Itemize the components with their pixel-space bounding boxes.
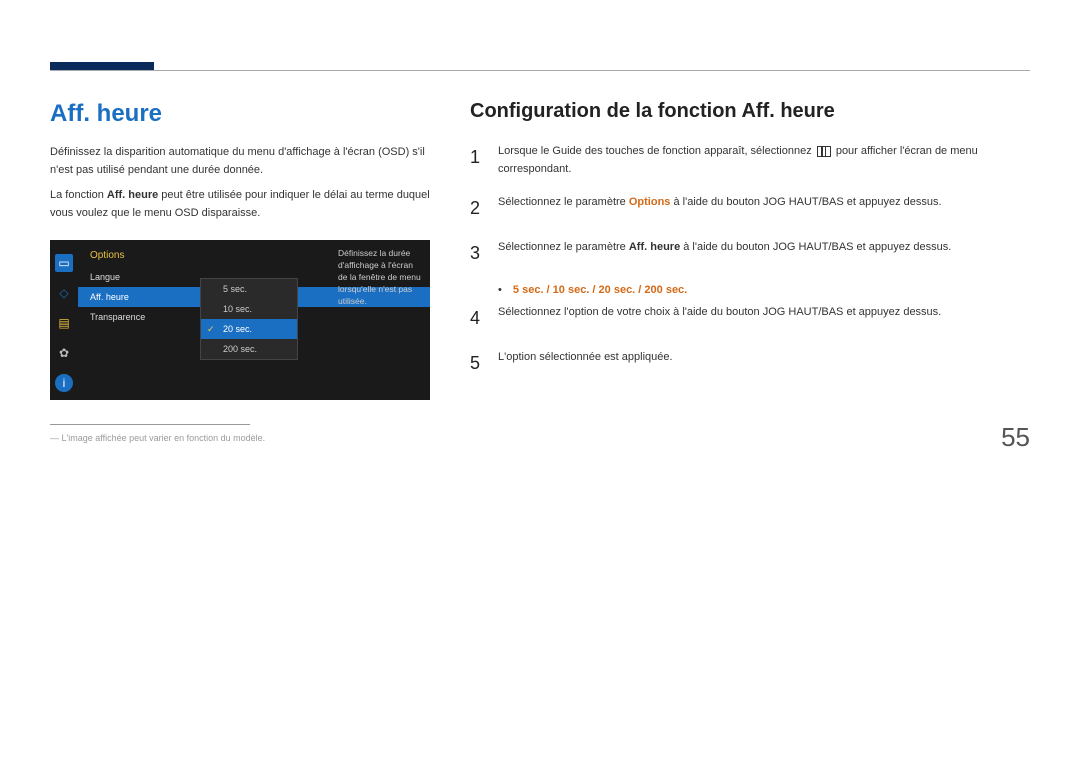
step-1: 1 Lorsque le Guide des touches de foncti… bbox=[470, 143, 1030, 178]
left-para-2a: La fonction bbox=[50, 189, 107, 201]
osd-icon-bar: ▭ ◇ ▤ ✿ i bbox=[50, 240, 78, 400]
options-icon: ▤ bbox=[55, 314, 73, 332]
left-heading: Aff. heure bbox=[50, 100, 430, 128]
left-para-1: Définissez la disparition automatique du… bbox=[50, 144, 430, 179]
left-para-2: La fonction Aff. heure peut être utilisé… bbox=[50, 187, 430, 222]
osd-sub-200sec[interactable]: 200 sec. bbox=[201, 339, 297, 359]
osd-sub-5sec[interactable]: 5 sec. bbox=[201, 279, 297, 299]
osd-preview: ▭ ◇ ▤ ✿ i Options Langue Aff. heure Tran… bbox=[50, 240, 430, 400]
settings-icon: ✿ bbox=[55, 344, 73, 362]
step3-b: à l'aide du bouton JOG HAUT/BAS et appuy… bbox=[680, 241, 951, 253]
monitor-icon: ▭ bbox=[55, 254, 73, 272]
header-rule bbox=[50, 70, 1030, 71]
osd-sub-20sec[interactable]: 20 sec. bbox=[201, 319, 297, 339]
info-icon: i bbox=[55, 374, 73, 392]
step-num-1: 1 bbox=[470, 143, 484, 178]
step-2: 2 Sélectionnez le paramètre Options à l'… bbox=[470, 194, 1030, 223]
footnote: ― L'image affichée peut varier en foncti… bbox=[50, 433, 430, 443]
right-heading: Configuration de la fonction Aff. heure bbox=[470, 100, 1030, 123]
step-num-4: 4 bbox=[470, 304, 484, 333]
step-3: 3 Sélectionnez le paramètre Aff. heure à… bbox=[470, 239, 1030, 268]
picture-icon: ◇ bbox=[55, 284, 73, 302]
step-4: 4 Sélectionnez l'option de votre choix à… bbox=[470, 304, 1030, 333]
left-para-2-bold: Aff. heure bbox=[107, 189, 158, 201]
header-accent bbox=[50, 62, 154, 70]
step3-bold: Aff. heure bbox=[629, 241, 680, 253]
step1-a: Lorsque le Guide des touches de fonction… bbox=[498, 145, 815, 157]
osd-sub-10sec[interactable]: 10 sec. bbox=[201, 299, 297, 319]
options-bullet: 5 sec. / 10 sec. / 20 sec. / 200 sec. bbox=[498, 284, 1030, 296]
osd-description: Définissez la durée d'affichage à l'écra… bbox=[338, 248, 424, 307]
options-values: 5 sec. / 10 sec. / 20 sec. / 200 sec. bbox=[513, 284, 687, 296]
osd-submenu: 5 sec. 10 sec. 20 sec. 200 sec. bbox=[200, 278, 298, 360]
step2-b: à l'aide du bouton JOG HAUT/BAS et appuy… bbox=[670, 196, 941, 208]
step2-bold: Options bbox=[629, 196, 671, 208]
step3-a: Sélectionnez le paramètre bbox=[498, 241, 629, 253]
step-num-2: 2 bbox=[470, 194, 484, 223]
step-num-3: 3 bbox=[470, 239, 484, 268]
step-num-5: 5 bbox=[470, 349, 484, 378]
step4-text: Sélectionnez l'option de votre choix à l… bbox=[498, 304, 941, 333]
step5-text: L'option sélectionnée est appliquée. bbox=[498, 349, 673, 378]
step2-a: Sélectionnez le paramètre bbox=[498, 196, 629, 208]
step-5: 5 L'option sélectionnée est appliquée. bbox=[470, 349, 1030, 378]
footnote-rule bbox=[50, 424, 250, 425]
page-number: 55 bbox=[1001, 422, 1030, 453]
menu-icon bbox=[817, 146, 831, 157]
